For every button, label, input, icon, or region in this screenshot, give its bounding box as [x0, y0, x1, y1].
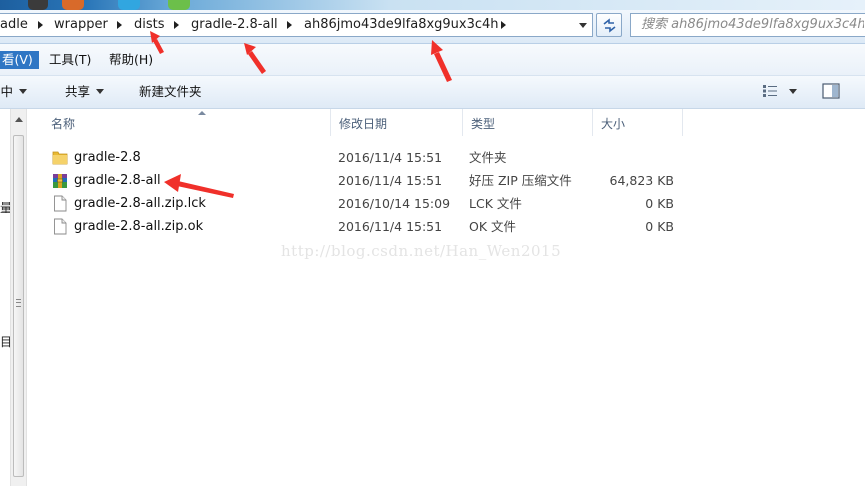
search-box[interactable]: 搜索 ah86jmo43de9lfa8xg9ux3c4h — [630, 13, 865, 37]
taskbar-icon-fragment — [62, 0, 84, 10]
breadcrumb-separator-icon[interactable] — [113, 14, 127, 36]
column-header-size[interactable]: 大小 — [593, 109, 683, 136]
blank-file-icon — [54, 218, 67, 235]
chevron-down-icon — [19, 89, 28, 94]
file-row[interactable]: gradle-2.8 2016/11/4 15:51 文件夹 — [28, 146, 865, 169]
preview-pane-icon[interactable] — [822, 83, 840, 99]
refresh-icon — [603, 18, 616, 33]
column-header-name-label: 名称 — [51, 117, 76, 131]
breadcrumb-item[interactable]: gradle-2.8-all — [191, 14, 278, 36]
nav-pane-scrollbar[interactable] — [10, 109, 27, 486]
file-size: 64,823 KB — [609, 173, 674, 188]
scrollbar-grip-icon — [16, 299, 21, 307]
share-label: 共享 — [65, 84, 91, 99]
breadcrumb-separator-icon[interactable] — [170, 14, 184, 36]
taskbar-icon-fragment — [28, 0, 48, 10]
column-header-modified[interactable]: 修改日期 — [331, 109, 463, 136]
command-toolbar: 库中 共享 新建文件夹 — [0, 76, 865, 109]
address-bar[interactable]: adle wrapper dists gradle-2.8-all ah86jm… — [0, 13, 593, 37]
breadcrumb-item[interactable]: wrapper — [54, 14, 108, 36]
file-modified: 2016/11/4 15:51 — [338, 173, 443, 188]
navigation-pane[interactable]: 量 目 — [0, 109, 12, 486]
file-size — [588, 146, 674, 169]
breadcrumb-item[interactable]: ah86jmo43de9lfa8xg9ux3c4h — [304, 14, 499, 36]
menu-bar: 看(V) 工具(T) 帮助(H) — [0, 44, 865, 76]
window-top-strip — [0, 0, 865, 10]
file-modified: 2016/10/14 15:09 — [338, 196, 451, 211]
scrollbar-thumb[interactable] — [13, 135, 24, 477]
blank-file-icon — [54, 195, 67, 212]
folder-icon — [52, 151, 68, 165]
file-size: 0 KB — [645, 196, 674, 211]
view-options-icon[interactable] — [762, 84, 780, 98]
share-button[interactable]: 共享 — [65, 83, 105, 101]
chevron-down-icon — [96, 89, 105, 94]
file-type: LCK 文件 — [469, 196, 522, 211]
zip-archive-icon — [53, 174, 67, 188]
sort-ascending-icon — [198, 111, 206, 115]
address-row: adle wrapper dists gradle-2.8-all ah86jm… — [0, 10, 865, 44]
breadcrumb-separator-icon[interactable] — [283, 14, 297, 36]
breadcrumb-item[interactable]: dists — [134, 14, 165, 36]
refresh-button[interactable] — [596, 13, 622, 37]
file-name: gradle-2.8-all.zip.lck — [74, 196, 206, 211]
file-modified: 2016/11/4 15:51 — [338, 150, 443, 165]
breadcrumb-separator-icon[interactable] — [34, 14, 48, 36]
file-name: gradle-2.8-all.zip.ok — [74, 219, 204, 234]
file-type: 文件夹 — [469, 150, 507, 165]
file-modified: 2016/11/4 15:51 — [338, 219, 443, 234]
include-in-library-button[interactable]: 库中 — [0, 83, 28, 101]
column-header-name[interactable]: 名称 — [42, 109, 331, 136]
address-history-dropdown-icon[interactable] — [574, 14, 592, 36]
menu-item-tools[interactable]: 工具(T) — [45, 51, 95, 69]
include-in-library-label: 库中 — [0, 84, 14, 99]
file-list-pane[interactable]: 名称 修改日期 类型 大小 gradle-2.8 2016/11/4 15:51… — [28, 109, 865, 486]
file-name: gradle-2.8-all — [74, 173, 161, 188]
file-row[interactable]: gradle-2.8-all 2016/11/4 15:51 好压 ZIP 压缩… — [28, 169, 865, 192]
watermark-text: http://blog.csdn.net/Han_Wen2015 — [281, 242, 562, 260]
file-row[interactable]: gradle-2.8-all.zip.lck 2016/10/14 15:09 … — [28, 192, 865, 215]
view-options-chevron-icon[interactable] — [789, 89, 797, 94]
file-name: gradle-2.8 — [74, 150, 141, 165]
taskbar-icon-fragment — [168, 0, 190, 10]
file-type: OK 文件 — [469, 219, 517, 234]
search-input[interactable]: 搜索 ah86jmo43de9lfa8xg9ux3c4h — [641, 14, 864, 36]
file-row[interactable]: gradle-2.8-all.zip.ok 2016/11/4 15:51 OK… — [28, 215, 865, 238]
file-type: 好压 ZIP 压缩文件 — [469, 173, 572, 188]
column-header-type[interactable]: 类型 — [463, 109, 593, 136]
breadcrumb-separator-icon[interactable] — [497, 14, 511, 36]
taskbar-icon-fragment — [118, 0, 140, 10]
file-size: 0 KB — [645, 219, 674, 234]
menu-item-help[interactable]: 帮助(H) — [105, 51, 157, 69]
new-folder-button[interactable]: 新建文件夹 — [139, 83, 202, 101]
menu-item-view[interactable]: 看(V) — [0, 51, 39, 69]
breadcrumb-item[interactable]: adle — [0, 14, 28, 36]
scroll-up-arrow-icon[interactable] — [15, 117, 23, 122]
